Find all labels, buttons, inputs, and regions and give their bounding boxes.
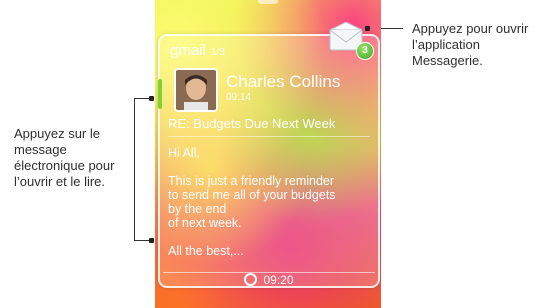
phone-screen: gmail 1/3 3 Charles Collins 09:14 RE: Bud… [155,0,381,308]
clock-icon [244,273,258,286]
received-time: 09:14 [226,92,252,103]
email-body-preview[interactable]: Hi All, This is just a friendly reminder… [168,146,373,258]
callout-open-messaging: Appuyez pour ouvrir l’application Messag… [412,21,529,68]
callout-marker [149,238,154,243]
callout-marker [365,26,370,31]
unread-count-badge: 3 [356,42,374,60]
sender-name[interactable]: Charles Collins [226,72,340,92]
avatar [174,68,218,112]
callout-marker [149,96,154,101]
page-indicator: 1/3 [210,47,225,58]
callout-bracket [134,98,135,241]
callout-open-email: Appuyez sur le message électronique pour… [14,126,115,189]
mail-widget[interactable]: gmail 1/3 3 Charles Collins 09:14 RE: Bud… [158,22,380,288]
divider [168,136,370,137]
widget-header: gmail 1/3 [170,42,225,60]
status-clock: 09:20 [160,273,378,287]
unread-indicator [158,79,162,109]
screen-notch [258,0,278,4]
email-subject[interactable]: RE: Budgets Due Next Week [168,116,335,131]
widget-title: gmail [170,42,206,59]
clock-time: 09:20 [263,273,294,287]
